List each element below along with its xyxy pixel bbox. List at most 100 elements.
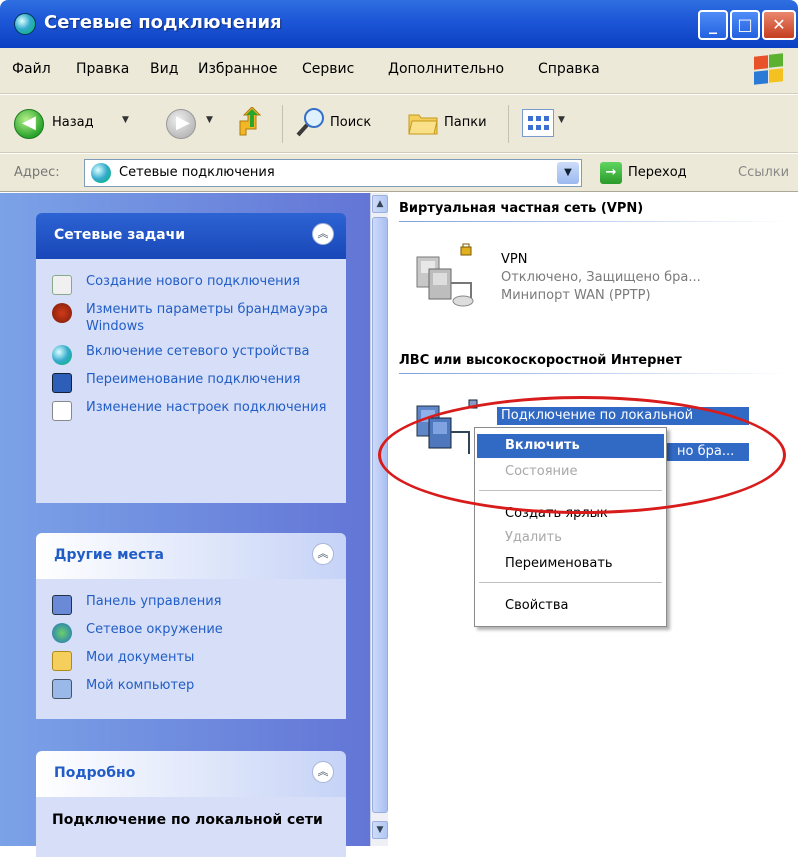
menu-separator [479,582,662,583]
vpn-connection-name[interactable]: VPN [501,251,527,269]
control-panel-icon [52,595,72,615]
toolbar-separator [282,105,283,143]
other-places-panel: Другие места ︽ Панель управления Сетевое… [36,533,346,719]
folders-button-label[interactable]: Папки [444,115,487,130]
go-arrow-icon[interactable]: → [600,162,622,184]
network-connections-icon [14,13,36,35]
vpn-connection-device: Минипорт WAN (PPTP) [501,288,651,303]
details-body: Подключение по локальной сети [36,797,346,857]
other-places-header[interactable]: Другие места ︽ [36,533,346,579]
collapse-chevron-icon[interactable]: ︽ [312,223,334,245]
panel-title: Сетевые задачи [54,227,186,243]
collapse-chevron-icon[interactable]: ︽ [312,543,334,565]
menu-help[interactable]: Справка [538,61,600,77]
settings-icon [52,401,72,421]
task-change-settings[interactable]: Изменение настроек подключения [52,399,336,421]
back-arrow-icon[interactable]: ◀ [14,109,44,139]
vpn-group-title: Виртуальная частная сеть (VPN) [399,201,644,216]
back-dropdown-icon[interactable]: ▼ [122,115,129,125]
toolbar-separator [508,105,509,143]
menu-advanced[interactable]: Дополнительно [388,61,504,77]
window-title: Сетевые подключения [44,12,282,33]
task-pane-scrollbar[interactable]: ▲ ▼ [370,193,388,846]
panel-title: Подробно [54,765,136,781]
my-documents-icon [52,651,72,671]
place-label: Сетевое окружение [86,622,223,637]
place-label: Мой компьютер [86,678,195,693]
place-my-documents[interactable]: Мои документы [52,649,336,671]
other-places-body: Панель управления Сетевое окружение Мои … [36,579,346,719]
network-connections-icon [91,163,111,183]
group-divider [399,373,789,374]
address-value: Сетевые подключения [119,165,275,180]
close-button[interactable]: ✕ [762,10,796,40]
toolbar: ◀ Назад ▼ ▶ ▼ Поиск Папки ▼ [0,95,798,153]
title-bar: Сетевые подключения _ □ ✕ [0,0,798,48]
panel-title: Другие места [54,547,164,563]
new-connection-icon [52,275,72,295]
address-dropdown-icon[interactable]: ▼ [557,162,579,184]
address-label: Адрес: [14,165,60,180]
vpn-connection-status: Отключено, Защищено бра... [501,270,701,285]
menu-file[interactable]: Файл [12,61,51,77]
details-connection-name: Подключение по локальной сети [52,812,323,828]
task-label: Создание нового подключения [86,274,300,289]
group-divider [399,221,789,222]
context-menu-rename[interactable]: Переименовать [477,552,664,576]
details-header[interactable]: Подробно ︽ [36,751,346,797]
scrollbar-thumb[interactable] [372,217,388,813]
place-network-places[interactable]: Сетевое окружение [52,621,336,643]
place-label: Панель управления [86,594,222,609]
task-rename-connection[interactable]: Переименование подключения [52,371,336,393]
context-menu-properties[interactable]: Свойства [477,594,664,618]
task-label: Переименование подключения [86,372,301,387]
network-places-icon [52,623,72,643]
task-firewall-settings[interactable]: Изменить параметры брандмауэра Windows [52,301,336,335]
search-button-label[interactable]: Поиск [330,115,371,130]
scroll-down-arrow-icon[interactable]: ▼ [372,821,388,839]
annotation-ellipse [378,396,786,514]
menu-edit[interactable]: Правка [76,61,129,77]
menu-favorites[interactable]: Избранное [198,61,278,77]
minimize-button[interactable]: _ [698,10,728,40]
task-pane: Сетевые задачи ︽ Создание нового подключ… [0,193,370,857]
maximize-button[interactable]: □ [730,10,760,40]
views-dropdown-icon[interactable]: ▼ [558,115,565,125]
menu-tools[interactable]: Сервис [302,61,354,77]
forward-arrow-icon[interactable]: ▶ [166,109,196,139]
firewall-icon [52,303,72,323]
links-label[interactable]: Ссылки [738,165,789,180]
search-icon[interactable] [296,107,326,137]
windows-logo-icon [752,53,786,86]
menu-bar: Файл Правка Вид Избранное Сервис Дополни… [0,48,798,94]
address-bar: Адрес: Сетевые подключения ▼ → Переход С… [0,154,798,192]
folders-icon[interactable] [408,111,438,135]
task-label: Изменение настроек подключения [86,400,327,415]
address-input[interactable]: Сетевые подключения ▼ [84,159,582,187]
up-folder-icon[interactable] [236,107,266,139]
task-label: Изменить параметры брандмауэра Windows [86,302,329,334]
lan-group-title: ЛВС или высокоскоростной Интернет [399,353,682,368]
go-button-label[interactable]: Переход [628,165,687,180]
menu-view[interactable]: Вид [150,61,178,77]
rename-icon [52,373,72,393]
context-menu-delete: Удалить [505,530,562,545]
my-computer-icon [52,679,72,699]
place-my-computer[interactable]: Мой компьютер [52,677,336,699]
place-label: Мои документы [86,650,195,665]
network-tasks-body: Создание нового подключения Изменить пар… [36,259,346,503]
enable-device-icon [52,345,72,365]
network-tasks-header[interactable]: Сетевые задачи ︽ [36,213,346,259]
details-panel: Подробно ︽ Подключение по локальной сети [36,751,346,857]
task-enable-device[interactable]: Включение сетевого устройства [52,343,336,365]
back-button-label[interactable]: Назад [52,115,94,130]
task-create-connection[interactable]: Создание нового подключения [52,273,336,295]
collapse-chevron-icon[interactable]: ︽ [312,761,334,783]
views-icon[interactable] [522,109,554,137]
task-label: Включение сетевого устройства [86,344,310,359]
scroll-up-arrow-icon[interactable]: ▲ [372,195,388,213]
place-control-panel[interactable]: Панель управления [52,593,336,615]
forward-dropdown-icon[interactable]: ▼ [206,115,213,125]
vpn-connection-icon[interactable] [411,243,481,313]
network-tasks-panel: Сетевые задачи ︽ Создание нового подключ… [36,213,346,503]
